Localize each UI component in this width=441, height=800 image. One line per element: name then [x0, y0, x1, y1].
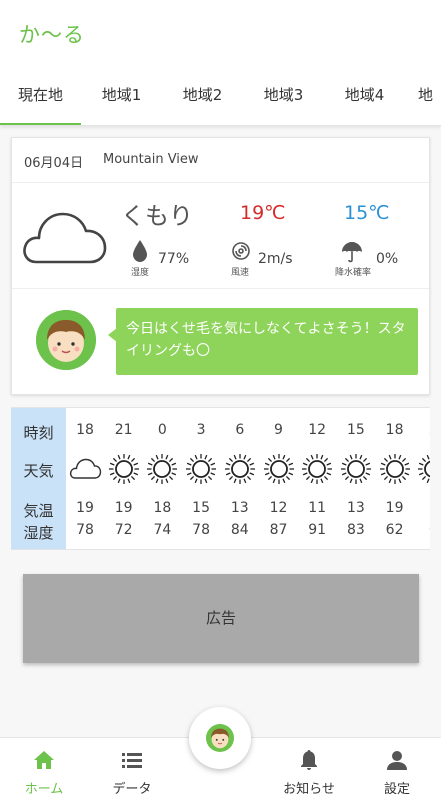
forecast-humidity: 84: [230, 522, 249, 538]
sun-icon: [340, 454, 371, 484]
high-temp: 19℃: [240, 202, 286, 224]
umbrella-icon: [342, 242, 362, 263]
forecast-time: 21: [114, 422, 133, 438]
sun-icon: [263, 454, 294, 484]
card-divider: [12, 288, 429, 289]
forecast-temp: 11: [308, 500, 327, 516]
sun-icon: [108, 454, 139, 484]
nav-home[interactable]: ホーム: [0, 738, 88, 800]
label-temp: 気温: [23, 502, 54, 520]
tab-region-5[interactable]: 地: [418, 70, 441, 125]
list-icon: [122, 753, 142, 768]
rain-value: 0%: [376, 251, 399, 267]
low-temp: 15℃: [344, 202, 390, 224]
forecast-humidity: 83: [346, 522, 365, 538]
tab-region-4[interactable]: 地域4: [324, 70, 405, 125]
hourly-forecast-table[interactable]: 時刻 天気 気温 湿度 18 19 78 21 19 72 0 18 74 3 15 78 6 13 84 9…: [11, 407, 430, 550]
person-icon: [387, 751, 407, 770]
sun-icon: [418, 454, 430, 484]
forecast-humidity: 91: [308, 522, 327, 538]
home-icon: [34, 751, 54, 769]
label-time: 時刻: [23, 424, 54, 442]
mascot-face-icon: [206, 724, 234, 752]
forecast-humidity: 74: [153, 522, 172, 538]
forecast-date: 06月04日: [24, 156, 84, 171]
sun-icon: [186, 454, 217, 484]
cloud-icon: [23, 212, 107, 264]
forecast-time: 2: [414, 422, 430, 438]
cloud-icon: [69, 458, 102, 479]
humidity-value: 77%: [158, 251, 190, 267]
app-title: か〜る: [19, 23, 85, 47]
forecast-temp: 19: [385, 500, 404, 516]
app-bar: か〜る: [0, 0, 441, 70]
forecast-time: 18: [76, 422, 94, 438]
mascot-avatar: [36, 310, 96, 370]
region-tabs: 現在地 地域1 地域2 地域3 地域4 地: [0, 70, 441, 126]
wind-swirl-icon: [232, 242, 250, 260]
humidity-label: 湿度: [131, 268, 150, 278]
rain-label: 降水確率: [335, 268, 372, 278]
nav-notice-label: お知らせ: [283, 782, 335, 797]
forecast-humidity: 6: [414, 522, 430, 538]
mascot-fab-button[interactable]: [189, 707, 251, 769]
forecast-time: 15: [346, 422, 365, 438]
card-header: 06月04日 Mountain View: [12, 138, 429, 183]
sun-icon: [224, 454, 255, 484]
sun-icon: [379, 454, 410, 484]
sun-icon: [147, 454, 178, 484]
forecast-temp: 1: [414, 500, 430, 516]
nav-settings[interactable]: 設定: [353, 738, 441, 800]
nav-data[interactable]: データ: [88, 738, 176, 800]
forecast-time: 0: [157, 422, 167, 438]
water-drop-icon: [133, 240, 147, 262]
forecast-temp: 13: [346, 500, 365, 516]
tab-region-2[interactable]: 地域2: [162, 70, 243, 125]
forecast-temp: 19: [114, 500, 133, 516]
label-humidity: 湿度: [23, 524, 54, 542]
sun-icon: [302, 454, 333, 484]
forecast-temp: 13: [230, 500, 249, 516]
nav-home-label: ホーム: [24, 782, 64, 797]
condition-text: くもり: [121, 202, 193, 230]
location-name: Mountain View: [103, 152, 199, 167]
nav-data-label: データ: [112, 782, 152, 797]
bell-icon: [301, 750, 317, 770]
advice-bubble: 今日はくせ毛を気にしなくてよさそう！スタイリングも〇: [116, 308, 418, 375]
forecast-humidity: 62: [385, 522, 404, 538]
forecast-time: 9: [274, 422, 283, 438]
forecast-time: 12: [308, 422, 327, 438]
forecast-humidity: 72: [114, 522, 133, 538]
ad-banner[interactable]: 広告: [23, 574, 419, 663]
forecast-time: 18: [385, 422, 404, 438]
forecast-temp: 12: [269, 500, 288, 516]
forecast-temp: 15: [192, 500, 210, 516]
forecast-temp: 18: [153, 500, 172, 516]
forecast-humidity: 87: [269, 522, 288, 538]
nav-settings-label: 設定: [383, 782, 410, 797]
forecast-time: 3: [196, 422, 206, 438]
wind-label: 風速: [231, 268, 250, 278]
label-weather: 天気: [23, 462, 54, 480]
forecast-row-labels: 時刻 天気 気温 湿度: [11, 408, 66, 549]
forecast-temp: 19: [76, 500, 94, 516]
forecast-humidity: 78: [192, 522, 210, 538]
forecast-time: 6: [235, 422, 245, 438]
mascot-face-icon: [36, 310, 96, 370]
tab-region-3[interactable]: 地域3: [243, 70, 324, 125]
wind-value: 2m/s: [258, 251, 293, 267]
tab-current-location[interactable]: 現在地: [0, 70, 81, 125]
forecast-humidity: 78: [76, 522, 94, 538]
nav-notice[interactable]: お知らせ: [265, 738, 353, 800]
tab-region-1[interactable]: 地域1: [81, 70, 162, 125]
